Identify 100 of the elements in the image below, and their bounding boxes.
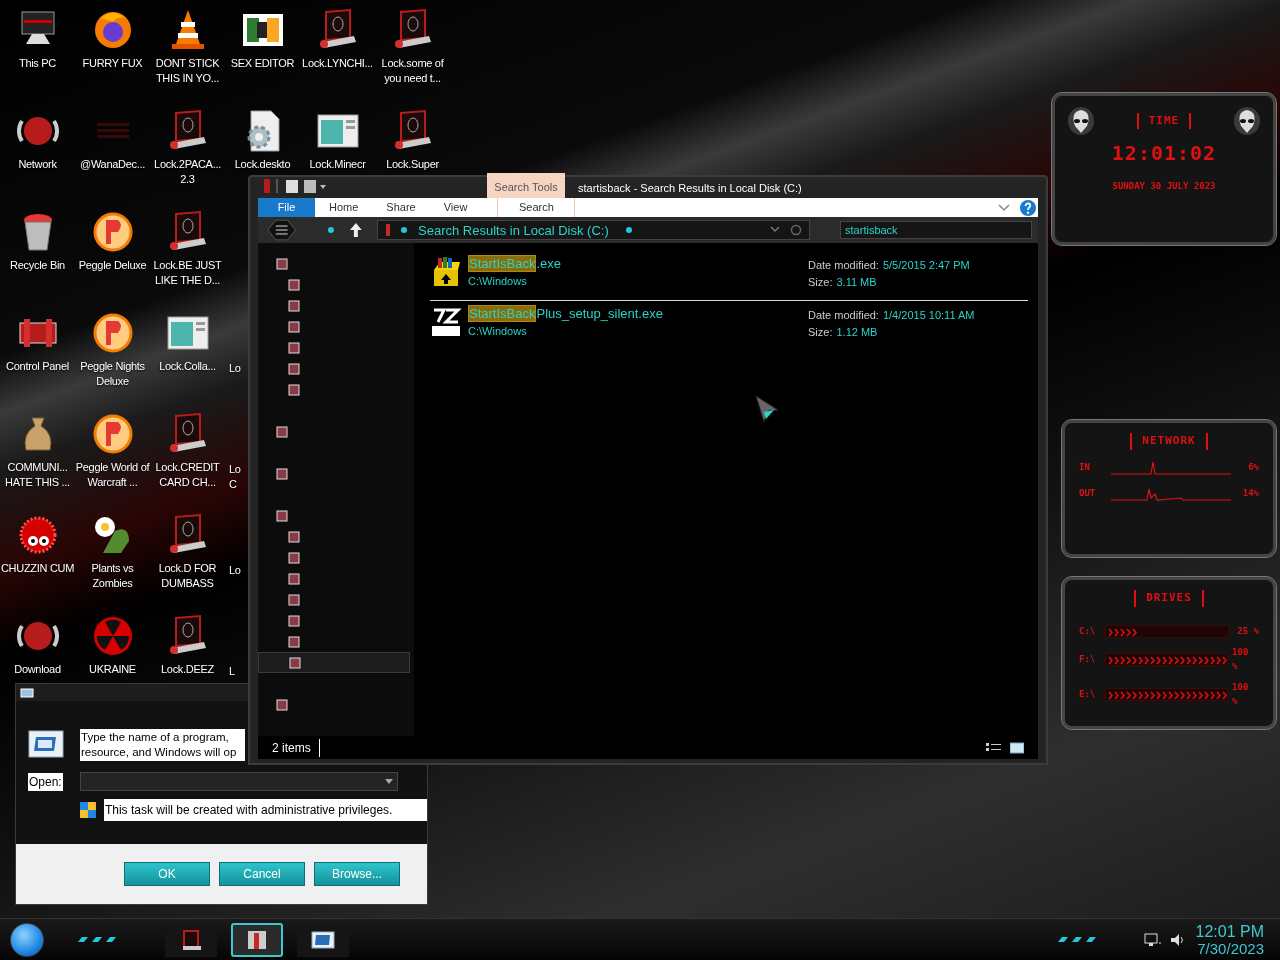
alien-head-icon [1067, 106, 1095, 136]
thumbnail-icon [276, 467, 288, 480]
desktop-shortcut[interactable]: FURRY FUX [75, 2, 150, 71]
desktop-shortcut[interactable]: Lock.D FOR DUMBASS [150, 507, 225, 591]
thumbnail-icon [288, 572, 300, 585]
thumbnail-icon [288, 635, 300, 648]
admin-note: This task will be created with administrative privileges. [103, 799, 427, 821]
drive-label: F:\ [1079, 652, 1097, 666]
desktop-shortcut[interactable]: Lock.Super [375, 103, 450, 172]
nav-pane-item[interactable] [258, 652, 410, 674]
drive-reading: 100 % [1232, 681, 1250, 708]
widget-title: DRIVES [1134, 590, 1204, 607]
thumbnail-icon [276, 257, 288, 270]
date-modified: 1/4/2015 10:11 AM [882, 308, 975, 324]
desktop-shortcut[interactable]: Lock.CREDIT CARD CH... [150, 406, 225, 490]
desktop-shortcut[interactable]: Lock.deskto [225, 103, 300, 172]
network-label: OUT [1079, 486, 1097, 500]
desktop-shortcut[interactable]: Peggle Deluxe [75, 204, 150, 273]
field-label: Date modified: [808, 308, 879, 324]
folder-window-icon [245, 928, 269, 951]
file-name[interactable]: StartIsBack.exe [468, 255, 808, 274]
thumbnail-icon [288, 530, 300, 543]
thumbnail-icon [289, 656, 301, 669]
clock-time: 12:01:02 [1111, 140, 1217, 167]
desktop-shortcut[interactable]: Recycle Bin [0, 204, 75, 273]
ribbon-tab[interactable]: Home [315, 198, 373, 218]
desktop-shortcut[interactable]: Control Panel [0, 305, 75, 374]
window-title: startisback - Search Results in Local Disk (C:) [578, 181, 802, 196]
network-reading: 6% [1248, 460, 1259, 474]
desktop-shortcut[interactable]: @WanaDec... [75, 103, 150, 172]
desktop-shortcut[interactable]: Lock.some of you need t... [375, 2, 450, 86]
thumbnail-icon [288, 362, 300, 375]
thumbnail-icon [288, 593, 300, 606]
desktop-shortcut[interactable]: Lock.Minecr [300, 103, 375, 172]
drive-reading: 100 % [1232, 646, 1250, 673]
chevron-icon [998, 203, 1010, 212]
ribbon-tab[interactable]: Share [372, 198, 430, 218]
widget-title: TIME [1136, 112, 1192, 130]
dialog-message: Type the name of a program, resource, and Windows will op [80, 729, 245, 761]
desktop-shortcut[interactable]: Network [0, 103, 75, 172]
item-count: 2 items [272, 738, 320, 757]
desktop-shortcut[interactable]: Lock.Colla... [150, 305, 225, 374]
desktop-shortcut[interactable]: Lock.BE JUST LIKE THE D... [150, 204, 225, 288]
dot-icon [327, 226, 336, 235]
run-program-icon [311, 928, 335, 951]
desktop-shortcut[interactable]: Download [0, 608, 75, 677]
start-button[interactable] [10, 922, 44, 957]
thumbnail-icon [288, 299, 300, 312]
ribbon-tab[interactable]: File [258, 198, 315, 218]
file-name[interactable]: StartIsBackPlus_setup_silent.exe [468, 305, 808, 324]
desktop-shortcut[interactable]: L [229, 664, 247, 679]
network-label: IN [1079, 460, 1091, 474]
desktop-shortcut[interactable]: SEX EDITOR [225, 2, 300, 71]
thumbnail-icon [288, 278, 300, 291]
desktop-shortcut[interactable]: Lo [229, 563, 247, 578]
field-label: Open: [28, 772, 63, 791]
ribbon-tab[interactable]: View [429, 198, 482, 218]
up-arrow-icon [349, 222, 364, 239]
desktop-shortcut[interactable]: Lock.2PACA... 2.3 [150, 103, 225, 187]
taskbar-button[interactable] [231, 922, 283, 957]
dropdown-arrow-icon [385, 779, 393, 784]
thumbnail-icon [288, 320, 300, 333]
desktop-shortcut[interactable]: Lo [229, 361, 247, 376]
alien-head-icon [1233, 106, 1261, 136]
drive-label: E:\ [1079, 687, 1097, 701]
desktop-shortcut[interactable]: DONT STICK THIS IN YO... [150, 2, 225, 86]
thumbnail-icon [288, 383, 300, 396]
dot-icon [624, 226, 633, 235]
desktop-shortcut[interactable]: UKRAINE [75, 608, 150, 677]
desktop-shortcut[interactable]: CHUZZIN CUM [0, 507, 75, 576]
desktop-shortcut[interactable]: Plants vs Zombies [75, 507, 150, 591]
address-bar[interactable]: Search Results in Local Disk (C:) [377, 220, 811, 241]
field-label: Size: [808, 275, 833, 291]
shield-icon [80, 802, 96, 818]
file-size: 1.12 MB [836, 325, 878, 341]
desktop-shortcut[interactable]: This PC [0, 2, 75, 71]
file-path: C:\Windows [468, 324, 528, 340]
desktop-shortcut[interactable]: COMMUNI... HATE THIS ... [0, 406, 75, 490]
thumbnail-icon [288, 341, 300, 354]
search-field[interactable]: startisback [840, 221, 1032, 240]
drive-reading: 25 % [1237, 624, 1259, 638]
desktop-shortcut[interactable]: Lock.DEEZ [150, 608, 225, 677]
clock-date: 7/30/2023 [1197, 939, 1264, 957]
mouse-pointer-icon [754, 394, 780, 424]
desktop-shortcut[interactable]: Peggle World of Warcraft ... [75, 406, 150, 490]
drive-label: C:\ [1079, 624, 1097, 638]
contextual-tab-header: Search Tools [487, 173, 565, 201]
tiles-view-icon [1010, 741, 1024, 754]
sfx-archive-icon [430, 306, 462, 339]
field-label: Size: [808, 325, 833, 341]
desktop-shortcut[interactable]: Lo C [229, 462, 247, 492]
desktop-shortcut[interactable]: Lock.LYNCHI... [300, 2, 375, 71]
date-modified: 5/5/2015 2:47 PM [882, 258, 970, 274]
thumbnail-icon [276, 509, 288, 522]
thumbnail-icon [288, 614, 300, 627]
details-view-icon [986, 741, 1002, 754]
widget-title: NETWORK [1130, 433, 1208, 450]
network-reading: 14% [1242, 486, 1259, 500]
file-size: 3.11 MB [836, 275, 877, 291]
desktop-shortcut[interactable]: Peggle Nights Deluxe [75, 305, 150, 389]
